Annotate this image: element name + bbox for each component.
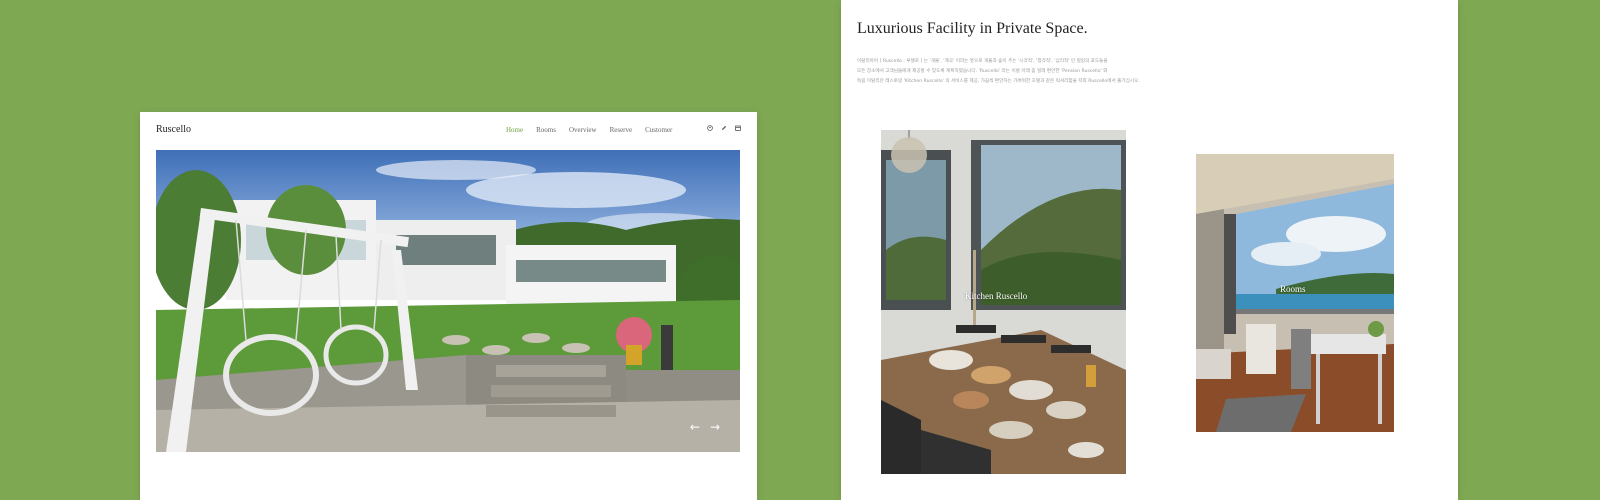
header-icons xyxy=(707,125,741,131)
nav-overview[interactable]: Overview xyxy=(569,126,597,134)
facility-page-screenshot: Luxurious Facility in Private Space. 이탈리… xyxy=(841,0,1458,500)
site-header: Ruscello Home Rooms Overview Reserve Cus… xyxy=(140,112,757,150)
calendar-icon[interactable] xyxy=(735,125,741,131)
kitchen-photo-card[interactable]: Kitchen Ruscello xyxy=(881,130,1126,474)
section-title: Luxurious Facility in Private Space. xyxy=(857,20,1088,37)
next-slide-arrow-icon[interactable]: → xyxy=(710,420,720,434)
nav-rooms[interactable]: Rooms xyxy=(536,126,556,134)
pencil-icon[interactable] xyxy=(721,125,727,131)
hero-image: ← → xyxy=(156,150,740,452)
kitchen-caption: Kitchen Ruscello xyxy=(965,291,1028,301)
prev-slide-arrow-icon[interactable]: ← xyxy=(690,420,700,434)
description-line: 모든 장소에서 고객님들에게 제공할 수 있도록 계획하였습니다. 'Rusce… xyxy=(857,69,1108,74)
nav-customer[interactable]: Customer xyxy=(645,126,672,134)
section-description: 이탈리아어 [ Ruscello : 루쉘로 ] 는 '개울', '계곡' 이라… xyxy=(857,57,1277,87)
home-page-screenshot: Ruscello Home Rooms Overview Reserve Cus… xyxy=(140,112,757,500)
slider-arrows: ← → xyxy=(690,420,720,434)
rooms-photo-card[interactable]: Rooms xyxy=(1196,154,1394,432)
user-icon[interactable] xyxy=(707,125,713,131)
main-nav: Home Rooms Overview Reserve Customer xyxy=(506,126,672,134)
description-line: 독립 이탈리안 레스토랑 'Kitchen Ruscello' 의 서비스를 제… xyxy=(857,79,1140,84)
rooms-caption: Rooms xyxy=(1280,284,1306,294)
nav-home[interactable]: Home xyxy=(506,126,523,134)
nav-reserve[interactable]: Reserve xyxy=(610,126,633,134)
kitchen-dining-photo xyxy=(881,130,1126,474)
garden-swing-villa-photo xyxy=(156,150,740,452)
description-line: 이탈리아어 [ Ruscello : 루쉘로 ] 는 '개울', '계곡' 이라… xyxy=(857,59,1108,64)
site-logo[interactable]: Ruscello xyxy=(156,124,191,135)
